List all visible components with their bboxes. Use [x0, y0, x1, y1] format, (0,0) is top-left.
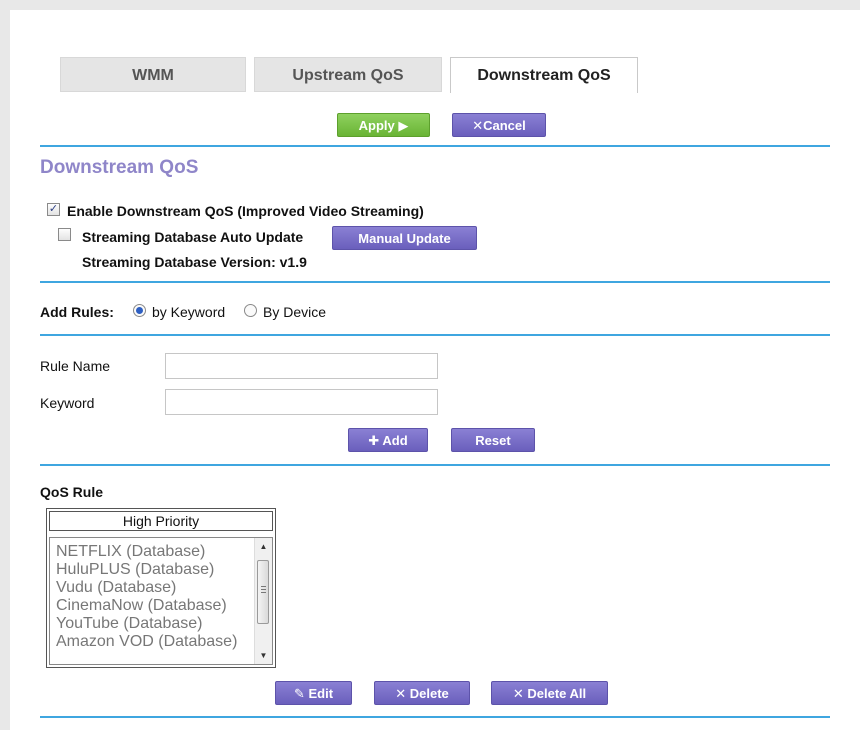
- list-item[interactable]: Amazon VOD (Database): [50, 633, 256, 651]
- listbox-scrollbar[interactable]: ▲ ▼: [254, 538, 272, 664]
- auto-update-label: Streaming Database Auto Update: [82, 229, 304, 245]
- checkmark-icon: ✓: [48, 203, 59, 215]
- tab-upstream-qos[interactable]: Upstream QoS: [254, 57, 442, 92]
- edit-button-label: Edit: [308, 686, 334, 701]
- scroll-down-icon[interactable]: ▼: [255, 647, 272, 664]
- list-item[interactable]: NETFLIX (Database): [50, 543, 256, 561]
- tab-downstream-qos[interactable]: Downstream QoS: [450, 57, 638, 93]
- list-item[interactable]: YouTube (Database): [50, 615, 256, 633]
- add-rules-label: Add Rules:: [40, 304, 114, 320]
- divider: [40, 716, 830, 718]
- cancel-button[interactable]: ✕Cancel: [452, 113, 546, 137]
- rule-name-label: Rule Name: [40, 358, 111, 374]
- scroll-thumb[interactable]: [257, 560, 269, 624]
- apply-button[interactable]: Apply ▶: [337, 113, 430, 137]
- divider: [40, 281, 830, 283]
- cancel-button-label: Cancel: [483, 118, 526, 133]
- keyword-label: Keyword: [40, 395, 95, 411]
- add-button-label: Add: [382, 433, 408, 448]
- plus-icon: ✚: [368, 433, 380, 448]
- enable-downstream-qos-checkbox[interactable]: ✓: [47, 203, 60, 216]
- add-button[interactable]: ✚ Add: [348, 428, 428, 452]
- scroll-up-icon[interactable]: ▲: [255, 538, 272, 555]
- grip-line: [261, 589, 266, 590]
- database-version-text: Streaming Database Version: v1.9: [82, 254, 307, 270]
- window-top-border: [0, 0, 860, 10]
- divider: [40, 334, 830, 336]
- x-icon: ✕: [512, 686, 524, 701]
- delete-button[interactable]: ✕ Delete: [374, 681, 470, 705]
- divider: [40, 464, 830, 466]
- edit-button[interactable]: ✎ Edit: [275, 681, 352, 705]
- list-item[interactable]: HuluPLUS (Database): [50, 561, 256, 579]
- priority-header: High Priority: [49, 511, 273, 531]
- keyword-input[interactable]: [165, 389, 438, 415]
- grip-line: [261, 586, 266, 587]
- qos-rule-title: QoS Rule: [40, 484, 104, 500]
- rule-name-input[interactable]: [165, 353, 438, 379]
- list-item[interactable]: CinemaNow (Database): [50, 597, 256, 615]
- delete-button-label: Delete: [409, 686, 449, 701]
- pencil-icon: ✎: [293, 686, 305, 701]
- enable-downstream-qos-label: Enable Downstream QoS (Improved Video St…: [67, 203, 424, 219]
- by-keyword-label: by Keyword: [152, 304, 226, 320]
- reset-button[interactable]: Reset: [451, 428, 535, 452]
- page-title: Downstream QoS: [40, 157, 199, 178]
- delete-all-button-label: Delete All: [527, 686, 587, 701]
- rule-listbox[interactable]: NETFLIX (Database) HuluPLUS (Database) Vud…: [49, 537, 273, 665]
- x-icon: ✕: [395, 686, 407, 701]
- rule-list: NETFLIX (Database) HuluPLUS (Database) Vud…: [50, 543, 256, 651]
- by-device-radio[interactable]: [244, 304, 257, 317]
- x-icon: ✕: [472, 118, 484, 133]
- high-priority-panel: High Priority NETFLIX (Database) HuluPLUS…: [46, 508, 276, 668]
- list-item[interactable]: Vudu (Database): [50, 579, 256, 597]
- window-left-border: [0, 0, 10, 730]
- tab-wmm[interactable]: WMM: [60, 57, 246, 92]
- grip-line: [261, 592, 266, 593]
- manual-update-button[interactable]: Manual Update: [332, 226, 477, 250]
- by-keyword-radio[interactable]: [133, 304, 146, 317]
- by-device-label: By Device: [263, 304, 327, 320]
- auto-update-checkbox[interactable]: [58, 228, 71, 241]
- divider: [40, 145, 830, 147]
- delete-all-button[interactable]: ✕ Delete All: [491, 681, 608, 705]
